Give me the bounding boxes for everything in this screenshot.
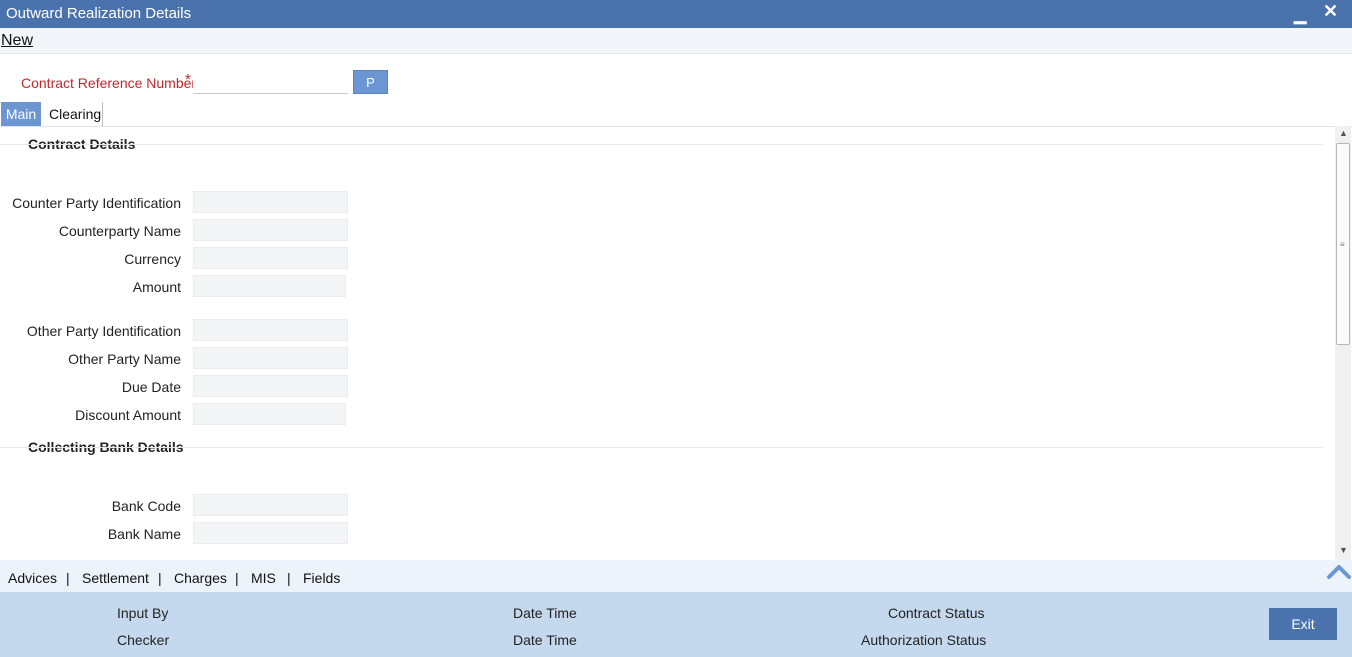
bank-code-field[interactable] xyxy=(193,494,348,516)
amount-field[interactable] xyxy=(193,275,346,297)
date-time-label: Date Time xyxy=(513,632,577,648)
settlement-link[interactable]: Settlement xyxy=(82,570,149,586)
due-date-label: Due Date xyxy=(121,379,181,395)
bank-name-field[interactable] xyxy=(193,522,348,544)
tab-clearing[interactable]: Clearing xyxy=(42,102,103,126)
contract-status-label: Contract Status xyxy=(888,605,985,621)
close-icon[interactable]: ✕ xyxy=(1323,1,1338,22)
discount-amount-label: Discount Amount xyxy=(75,407,181,423)
collapse-up-icon[interactable] xyxy=(1326,560,1352,582)
main-content: Contract Details Counter Party Identific… xyxy=(0,126,1352,560)
contract-reference-input[interactable] xyxy=(193,70,348,94)
minimize-icon[interactable]: ▁ xyxy=(1294,5,1306,25)
scroll-down-icon[interactable]: ▼ xyxy=(1339,545,1348,555)
charges-link[interactable]: Charges xyxy=(174,570,227,586)
input-by-label: Input By xyxy=(117,605,169,621)
new-link[interactable]: New xyxy=(1,32,33,50)
section-divider xyxy=(0,447,1323,448)
counterparty-name-label: Counterparty Name xyxy=(58,223,181,239)
counter-party-id-label: Counter Party Identification xyxy=(12,195,181,211)
separator: | xyxy=(66,570,70,586)
window-title: Outward Realization Details xyxy=(6,5,192,22)
currency-field[interactable] xyxy=(193,247,348,269)
advices-link[interactable]: Advices xyxy=(8,570,57,586)
sub-navigation: Advices | Settlement | Charges | MIS | F… xyxy=(0,560,1352,592)
scroll-up-icon[interactable]: ▲ xyxy=(1339,128,1348,138)
tab-main[interactable]: Main xyxy=(1,102,41,126)
discount-amount-field[interactable] xyxy=(193,403,346,425)
separator: | xyxy=(158,570,162,586)
other-party-name-label: Other Party Name xyxy=(68,351,181,367)
authorization-status-label: Authorization Status xyxy=(861,632,987,648)
mis-link[interactable]: MIS xyxy=(251,570,276,586)
audit-footer: Input By Checker Date Time Date Time Con… xyxy=(0,592,1352,657)
fields-link[interactable]: Fields xyxy=(303,570,340,586)
title-bar: Outward Realization Details ▁ ✕ xyxy=(0,0,1352,28)
checker-label: Checker xyxy=(117,632,170,648)
exit-button[interactable]: Exit xyxy=(1269,608,1337,640)
date-time-label: Date Time xyxy=(513,605,577,621)
currency-label: Currency xyxy=(124,251,181,267)
bank-code-label: Bank Code xyxy=(111,498,181,514)
section-divider xyxy=(0,144,1323,145)
other-party-id-field[interactable] xyxy=(193,319,348,341)
contract-reference-label: Contract Reference Number xyxy=(21,75,197,91)
scrollbar-thumb[interactable]: ≡ xyxy=(1336,143,1350,345)
counterparty-name-field[interactable] xyxy=(193,219,348,241)
separator: | xyxy=(287,570,291,586)
other-party-id-label: Other Party Identification xyxy=(26,323,181,339)
required-mark: * xyxy=(185,71,191,88)
due-date-field[interactable] xyxy=(193,375,348,397)
p-button[interactable]: P xyxy=(353,70,388,94)
grip-icon: ≡ xyxy=(1340,240,1345,249)
bank-name-label: Bank Name xyxy=(107,526,181,542)
amount-label: Amount xyxy=(132,279,181,295)
separator: | xyxy=(235,570,239,586)
vertical-scrollbar[interactable]: ▲ ≡ ▼ xyxy=(1335,126,1351,560)
other-party-name-field[interactable] xyxy=(193,347,348,369)
counter-party-id-field[interactable] xyxy=(193,191,348,213)
menu-bar: New xyxy=(0,28,1352,54)
